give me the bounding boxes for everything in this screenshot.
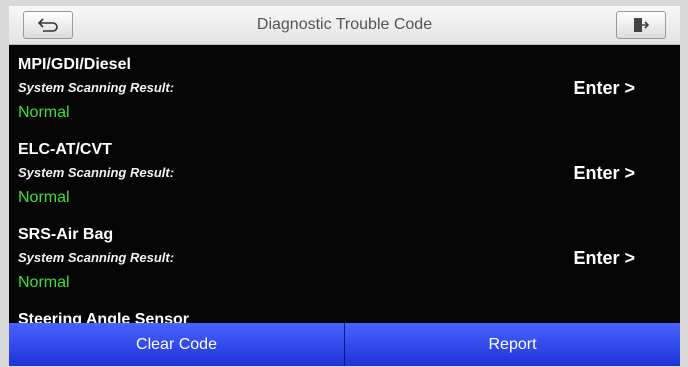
list-item[interactable]: MPI/GDI/Diesel System Scanning Result: N… [9, 44, 680, 129]
report-button[interactable]: Report [344, 323, 680, 366]
scan-status: Normal [18, 104, 70, 121]
page-title: Diagnostic Trouble Code [256, 16, 433, 33]
app-screen: Diagnostic Trouble Code MPI/GDI/Diesel S… [9, 6, 680, 366]
list-item[interactable]: ELC-AT/CVT System Scanning Result: Norma… [9, 129, 680, 214]
enter-button[interactable]: Enter > [573, 78, 635, 99]
header-bar: Diagnostic Trouble Code [9, 6, 680, 45]
scan-result-label: System Scanning Result: [18, 250, 175, 265]
enter-button[interactable]: Enter > [573, 248, 635, 269]
scan-result-label: System Scanning Result: [18, 80, 175, 95]
system-name: MPI/GDI/Diesel [18, 56, 131, 73]
system-list[interactable]: MPI/GDI/Diesel System Scanning Result: N… [9, 44, 680, 323]
system-name: SRS-Air Bag [18, 226, 114, 243]
list-item[interactable]: Steering Angle Sensor [9, 299, 680, 323]
exit-button[interactable] [616, 11, 666, 39]
scan-status: Normal [18, 189, 70, 206]
scan-result-label: System Scanning Result: [18, 165, 175, 180]
scan-status: Normal [18, 274, 70, 291]
system-name: ELC-AT/CVT [18, 141, 112, 158]
footer-bar: Clear Code Report [9, 323, 680, 366]
list-item[interactable]: SRS-Air Bag System Scanning Result: Norm… [9, 214, 680, 299]
exit-door-icon [634, 18, 650, 32]
clear-code-button[interactable]: Clear Code [9, 323, 344, 366]
system-name: Steering Angle Sensor [18, 311, 189, 323]
enter-button[interactable]: Enter > [573, 163, 635, 184]
